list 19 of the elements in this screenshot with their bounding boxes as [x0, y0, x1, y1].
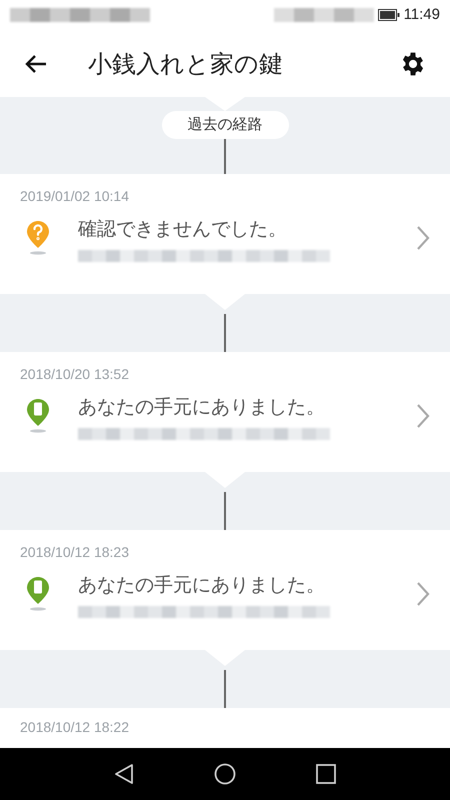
nav-recents-button[interactable] — [316, 764, 336, 784]
page-title: 小銭入れと家の鍵 — [88, 48, 284, 80]
chevron-right-icon — [416, 403, 430, 430]
entry-date: 2018/10/12 18:23 — [20, 543, 130, 562]
entry-message: あなたの手元にありました。 — [78, 573, 326, 598]
entry-message: 確認できませんでした。 — [78, 217, 288, 242]
status-time: 11:49 — [404, 5, 440, 26]
battery-icon — [378, 9, 400, 22]
chevron-right-icon — [416, 225, 430, 252]
entry-date: 2018/10/20 13:52 — [20, 365, 130, 384]
question-pin-icon — [26, 220, 50, 256]
nav-home-button[interactable] — [214, 763, 236, 785]
entry-date: 2018/10/12 18:22 — [20, 719, 129, 735]
entry-message: あなたの手元にありました。 — [78, 395, 326, 420]
phone-pin-icon — [26, 576, 50, 612]
entry-date: 2019/01/02 10:14 — [20, 187, 130, 206]
chevron-right-icon — [416, 581, 430, 608]
phone-pin-icon — [26, 398, 50, 434]
nav-back-button[interactable] — [114, 763, 134, 785]
